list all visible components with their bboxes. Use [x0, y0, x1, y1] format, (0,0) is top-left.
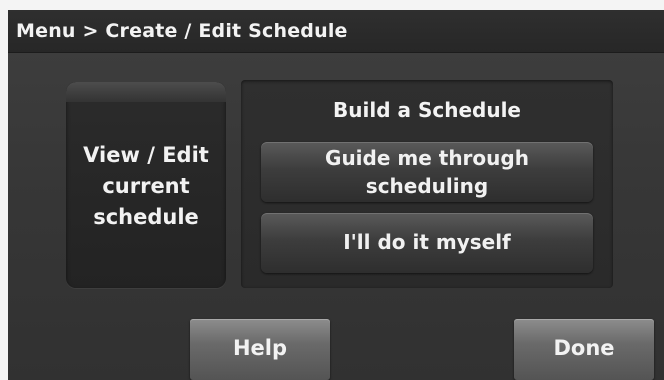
view-edit-schedule-button[interactable]: View / Edit current schedule — [66, 82, 226, 288]
screen: Menu > Create / Edit Schedule View / Edi… — [8, 10, 664, 380]
done-button[interactable]: Done — [514, 319, 654, 380]
view-edit-schedule-label: View / Edit current schedule — [83, 143, 209, 229]
breadcrumb-title: Menu > Create / Edit Schedule — [16, 20, 348, 42]
button-top-highlight — [66, 82, 226, 102]
help-label: Help — [232, 336, 288, 360]
done-label: Done — [553, 336, 615, 360]
thermostat-display: Menu > Create / Edit Schedule View / Edi… — [0, 0, 664, 380]
help-button[interactable]: Help — [190, 319, 330, 380]
build-schedule-heading: Build a Schedule — [333, 98, 521, 122]
guide-me-label: Guide me through scheduling — [325, 146, 529, 198]
do-it-myself-button[interactable]: I'll do it myself — [261, 213, 593, 273]
build-schedule-panel: Build a Schedule Guide me through schedu… — [241, 80, 613, 288]
guide-me-button[interactable]: Guide me through scheduling — [261, 142, 593, 202]
title-bar: Menu > Create / Edit Schedule — [8, 10, 664, 53]
do-it-myself-label: I'll do it myself — [343, 230, 511, 254]
